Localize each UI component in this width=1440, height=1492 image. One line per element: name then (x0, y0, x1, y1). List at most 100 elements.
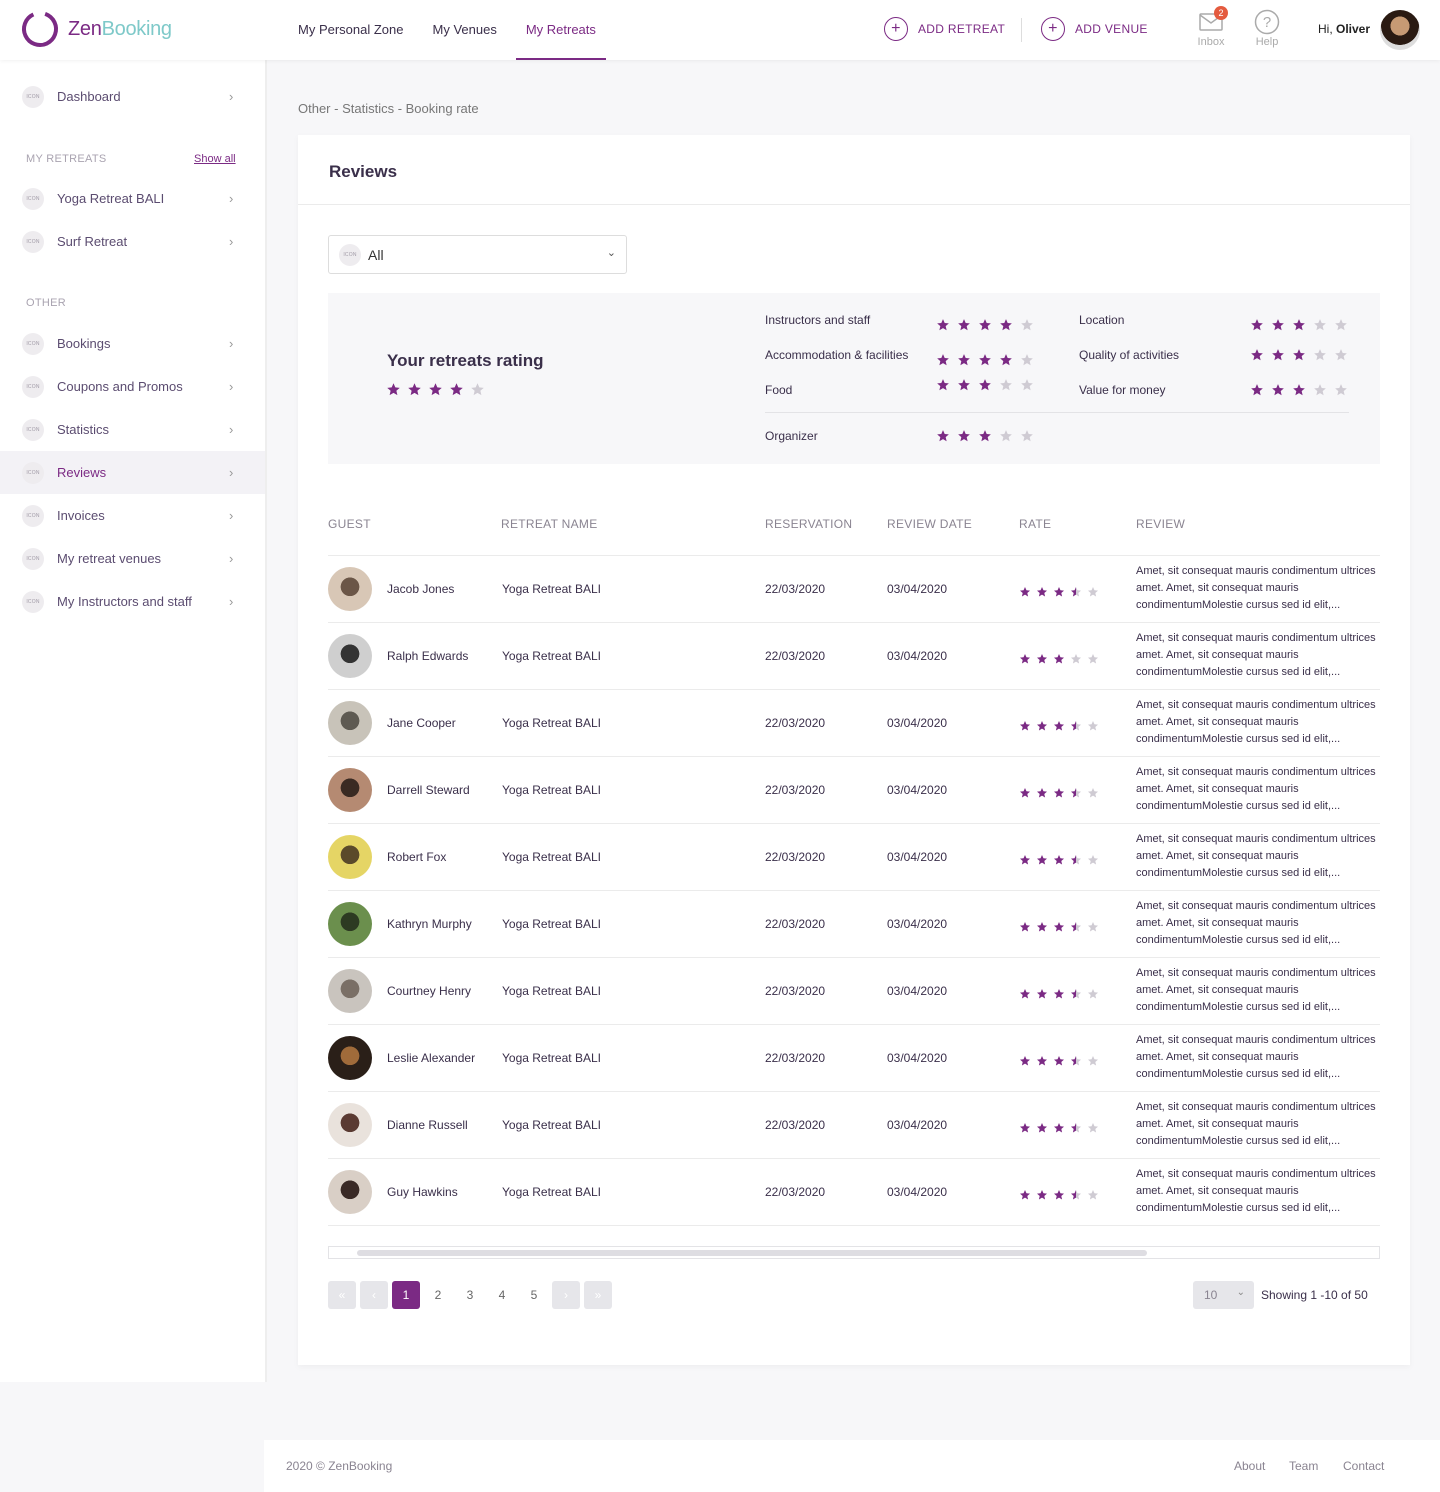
star-icon (1020, 653, 1030, 664)
star-icon (979, 378, 991, 391)
sidebar-item-coupons[interactable]: ICON Coupons and Promos › (0, 365, 265, 408)
next-page-button[interactable]: › (552, 1281, 580, 1309)
review-date: 03/04/2020 (887, 783, 948, 797)
page-button[interactable]: 2 (424, 1281, 452, 1309)
page-button[interactable]: 4 (488, 1281, 516, 1309)
column-header-review[interactable]: REVIEW (1136, 517, 1185, 531)
per-page-select[interactable]: 10 ⌄ (1193, 1281, 1254, 1309)
plus-circle-icon: + (1041, 17, 1065, 41)
sidebar-item-retreat-venues[interactable]: ICON My retreat venues › (0, 537, 265, 580)
table-row[interactable]: Dianne Russell Yoga Retreat BALI 22/03/2… (328, 1091, 1380, 1158)
placeholder-icon: ICON (22, 375, 44, 398)
column-header-retreat-name[interactable]: RETREAT NAME (501, 517, 598, 531)
review-text: Amet, sit consequat mauris condimentum u… (1136, 632, 1376, 678)
column-header-review-date[interactable]: REVIEW DATE (887, 517, 972, 531)
star-icon (1071, 988, 1081, 999)
guest-name: Dianne Russell (387, 1118, 468, 1132)
star-icon (937, 378, 949, 391)
table-row[interactable]: Courtney Henry Yoga Retreat BALI 22/03/2… (328, 957, 1380, 1024)
star-icon (471, 383, 484, 396)
filter-selected-value: All (368, 247, 384, 263)
star-icon (1314, 318, 1326, 331)
nav-my-venues[interactable]: My Venues (423, 0, 507, 60)
add-venue-button[interactable]: + ADD VENUE (1041, 17, 1148, 41)
column-header-reservation[interactable]: RESERVATION (765, 517, 852, 531)
inbox-button[interactable]: 2 Inbox (1191, 6, 1231, 48)
star-icon (1021, 353, 1033, 366)
column-header-guest[interactable]: GUEST (328, 517, 371, 531)
logo[interactable]: ZenBooking (20, 9, 172, 49)
table-row[interactable]: Ralph Edwards Yoga Retreat BALI 22/03/20… (328, 622, 1380, 689)
table-row[interactable]: Jacob Jones Yoga Retreat BALI 22/03/2020… (328, 555, 1380, 622)
last-page-button[interactable]: » (584, 1281, 612, 1309)
reservation-date: 22/03/2020 (765, 1051, 826, 1065)
footer-link-about[interactable]: About (1234, 1459, 1265, 1473)
table-row[interactable]: Darrell Steward Yoga Retreat BALI 22/03/… (328, 756, 1380, 823)
rating-title: Your retreats rating (387, 351, 544, 370)
nav-my-personal-zone[interactable]: My Personal Zone (288, 0, 414, 60)
table-row[interactable]: Robert Fox Yoga Retreat BALI 22/03/2020 … (328, 823, 1380, 890)
logo-mark-icon (22, 11, 58, 47)
star-icon (1037, 1055, 1047, 1066)
sidebar-item-surf-retreat[interactable]: ICON Surf Retreat › (0, 220, 265, 263)
guest-avatar (328, 768, 372, 812)
star-icon (429, 383, 442, 396)
rate-stars (1019, 650, 1104, 668)
star-icon (1000, 318, 1012, 331)
star-icon (1020, 1055, 1030, 1066)
page-button[interactable]: 3 (456, 1281, 484, 1309)
breadcrumb: Other - Statistics - Booking rate (298, 101, 479, 116)
table-row[interactable]: Jane Cooper Yoga Retreat BALI 22/03/2020… (328, 689, 1380, 756)
help-button[interactable]: ? Help (1247, 8, 1287, 48)
review-date: 03/04/2020 (887, 1051, 948, 1065)
logo-zen-text: Zen (68, 17, 102, 40)
star-icon (958, 318, 970, 331)
table-row[interactable]: Guy Hawkins Yoga Retreat BALI 22/03/2020… (328, 1158, 1380, 1225)
criterion-label: Location (1079, 313, 1125, 327)
column-header-rate[interactable]: RATE (1019, 517, 1051, 531)
sidebar-item-reviews[interactable]: ICON Reviews › (0, 451, 265, 494)
star-icon (1335, 383, 1347, 396)
star-icon (1071, 787, 1081, 798)
show-all-link[interactable]: Show all (194, 153, 236, 165)
star-icon (1071, 586, 1081, 597)
table-row[interactable]: Kathryn Murphy Yoga Retreat BALI 22/03/2… (328, 890, 1380, 957)
page-button[interactable]: 1 (392, 1281, 420, 1309)
footer-link-contact[interactable]: Contact (1343, 1459, 1384, 1473)
chevron-down-icon: ⌄ (1236, 1287, 1245, 1298)
copyright: 2020 © ZenBooking (286, 1459, 393, 1473)
add-retreat-label: ADD RETREAT (918, 22, 1006, 36)
rate-stars (1019, 1119, 1104, 1137)
footer-link-team[interactable]: Team (1289, 1459, 1318, 1473)
criterion-stars (936, 376, 1041, 394)
sidebar-item-invoices[interactable]: ICON Invoices › (0, 494, 265, 537)
user-avatar[interactable] (1380, 10, 1420, 50)
star-icon (1251, 348, 1263, 361)
horizontal-scrollbar[interactable] (328, 1246, 1380, 1259)
star-icon (937, 353, 949, 366)
star-icon (979, 353, 991, 366)
scrollbar-thumb[interactable] (357, 1250, 1147, 1256)
nav-my-retreats[interactable]: My Retreats (515, 0, 606, 60)
rate-stars (1019, 851, 1104, 869)
sidebar-item-statistics[interactable]: ICON Statistics › (0, 408, 265, 451)
sidebar-item-instructors[interactable]: ICON My Instructors and staff › (0, 580, 265, 623)
sidebar-item-dashboard[interactable]: ICON Dashboard › (0, 75, 265, 118)
sidebar-item-yoga-retreat-bali[interactable]: ICON Yoga Retreat BALI › (0, 177, 265, 220)
guest-avatar (328, 969, 372, 1013)
star-icon (1088, 854, 1098, 865)
sidebar-item-bookings[interactable]: ICON Bookings › (0, 322, 265, 365)
chevron-right-icon: › (229, 234, 234, 249)
add-retreat-button[interactable]: + ADD RETREAT (884, 17, 1005, 41)
retreat-filter-select[interactable]: ICON All ⌄ (328, 235, 627, 274)
review-text: Amet, sit consequat mauris condimentum u… (1136, 967, 1376, 1013)
prev-page-button[interactable]: ‹ (360, 1281, 388, 1309)
review-date: 03/04/2020 (887, 716, 948, 730)
table-row[interactable]: Leslie Alexander Yoga Retreat BALI 22/03… (328, 1024, 1380, 1091)
page-button[interactable]: 5 (520, 1281, 548, 1309)
star-icon (1020, 586, 1030, 597)
reservation-date: 22/03/2020 (765, 850, 826, 864)
star-icon (937, 318, 949, 331)
first-page-button[interactable]: « (328, 1281, 356, 1309)
star-icon (1314, 383, 1326, 396)
